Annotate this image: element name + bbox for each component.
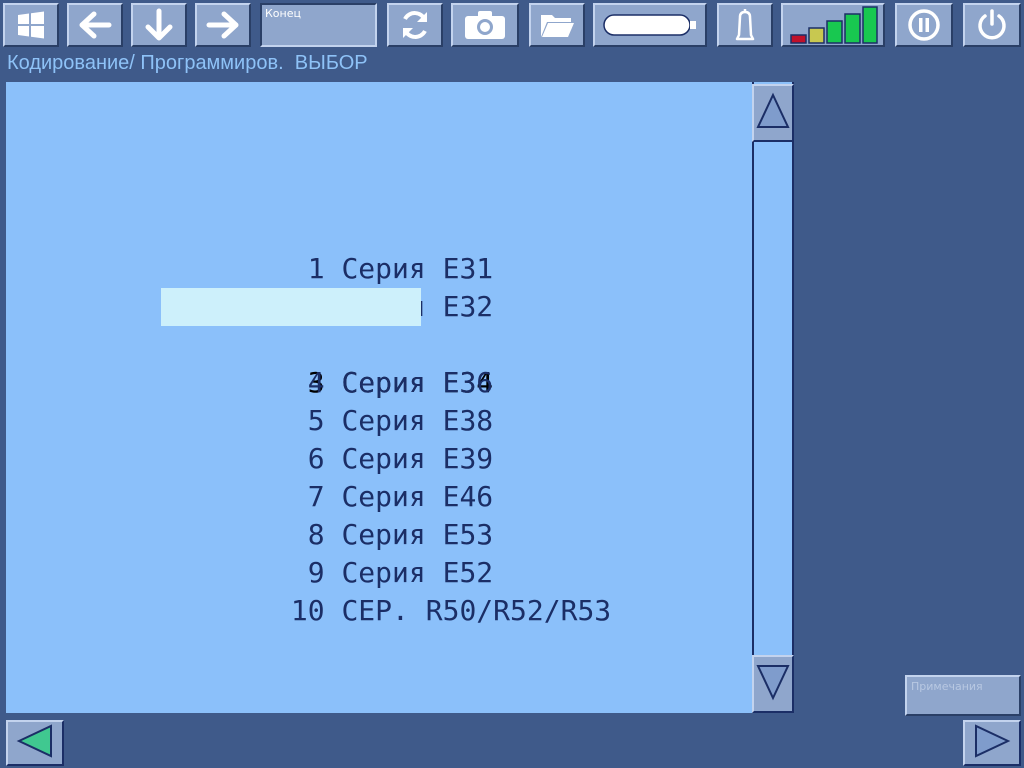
refresh-icon [398,8,432,42]
triangle-up-icon [756,92,790,134]
notes-button[interactable]: Примечания [905,675,1021,716]
camera-button[interactable] [451,3,519,47]
previous-page-button[interactable] [6,720,64,766]
next-page-button[interactable] [963,720,1021,766]
signal-indicator [781,3,885,47]
breadcrumb: Кодирование/ Программиров. ВЫБОР [7,52,368,75]
scroll-down-button[interactable] [752,655,794,713]
windows-button[interactable] [3,3,59,47]
notes-label: Примечания [911,680,983,693]
triangle-right-icon [972,723,1012,763]
arrow-left-icon [78,10,112,40]
list-item[interactable]: 5 Серия E38 [156,364,556,437]
list-item[interactable]: 9 Серия E52 [156,516,556,589]
list-item[interactable]: 2 Серия E32 [156,250,556,323]
list-item[interactable]: 7 Серия E46 [156,440,556,513]
triangle-left-icon [15,723,55,763]
screen: Конец Кодирование/ Программиров. ВЫБОР 1… [0,0,1024,768]
down-button[interactable] [131,3,187,47]
item-number: 10 [290,594,325,627]
item-label: СЕР. R50/R52/R53 [341,594,612,627]
selection-highlight [161,288,421,326]
list-item-selected[interactable]: 3 Серия E34 [156,288,556,399]
battery-icon [602,12,698,38]
list-item[interactable]: 8 Серия E53 [156,478,556,551]
bell-button[interactable] [717,3,773,47]
list-item[interactable]: 10 СЕР. R50/R52/R53 [156,554,611,627]
power-icon [975,8,1009,42]
folder-button[interactable] [529,3,585,47]
arrow-down-icon [144,8,174,42]
back-button[interactable] [67,3,123,47]
konec-label: Конец [265,7,301,20]
arrow-right-icon [206,10,240,40]
pause-icon [907,8,941,42]
folder-open-icon [539,11,575,39]
selection-panel: 1 Серия E31 2 Серия E32 3 Серия E34 4 Се… [6,82,752,713]
bell-icon [734,7,756,43]
pause-button[interactable] [895,3,953,47]
triangle-down-icon [756,663,790,705]
signal-strength-icon [787,5,879,45]
power-button[interactable] [963,3,1021,47]
list-item[interactable]: 4 Серия E36 [156,326,556,399]
windows-icon [16,10,46,40]
battery-indicator [593,3,707,47]
konec-field[interactable]: Конец [260,3,377,47]
scroll-up-button[interactable] [752,84,794,142]
refresh-button[interactable] [387,3,443,47]
list-item[interactable]: 1 Серия E31 [156,212,556,285]
breadcrumb-path: Кодирование/ Программиров. [7,52,284,74]
scrollbar-track[interactable] [752,82,794,713]
list-item[interactable]: 6 Серия E39 [156,402,556,475]
forward-button[interactable] [195,3,251,47]
breadcrumb-mode: ВЫБОР [294,52,368,74]
camera-icon [463,9,507,41]
